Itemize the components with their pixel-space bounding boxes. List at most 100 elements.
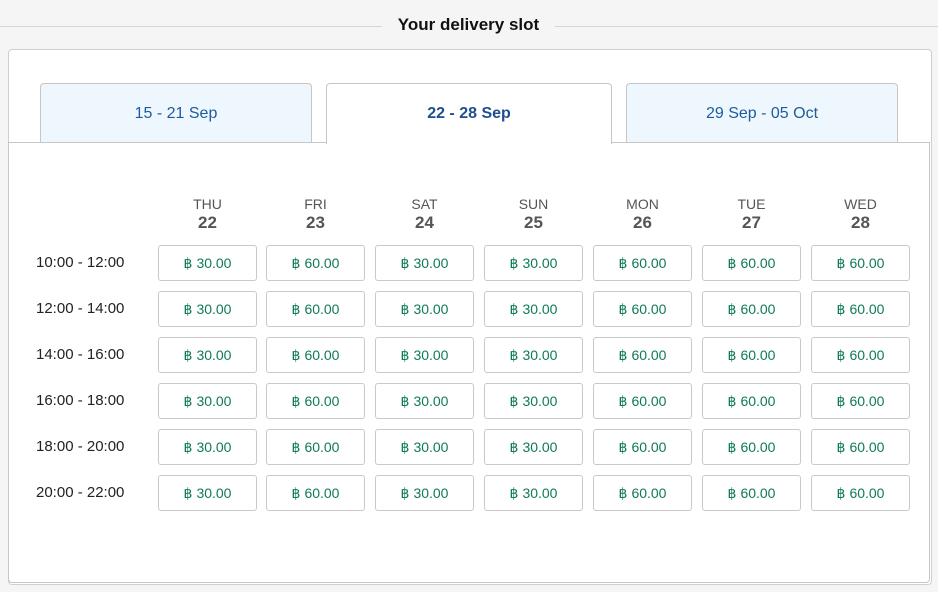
- baht-icon: ฿: [836, 254, 846, 271]
- slot-button[interactable]: ฿ 30.00: [484, 475, 583, 511]
- slot-button[interactable]: ฿ 60.00: [593, 337, 692, 373]
- slot-price: 60.00: [740, 485, 776, 501]
- slot-button[interactable]: ฿ 60.00: [811, 475, 910, 511]
- baht-icon: ฿: [400, 254, 410, 271]
- baht-icon: ฿: [618, 346, 628, 363]
- baht-icon: ฿: [183, 300, 193, 317]
- time-slot-label: 14:00 - 16:00: [36, 346, 125, 363]
- baht-icon: ฿: [291, 300, 301, 317]
- day-header: WED 28: [811, 196, 910, 234]
- slot-button[interactable]: ฿ 30.00: [158, 245, 257, 281]
- slot-button[interactable]: ฿ 60.00: [811, 337, 910, 373]
- slot-price: 60.00: [631, 301, 667, 317]
- slot-price: 60.00: [849, 347, 885, 363]
- slot-price: 30.00: [522, 301, 558, 317]
- slot-button[interactable]: ฿ 60.00: [266, 429, 365, 465]
- slot-button[interactable]: ฿ 60.00: [593, 383, 692, 419]
- slot-button[interactable]: ฿ 60.00: [702, 245, 801, 281]
- slot-button[interactable]: ฿ 60.00: [811, 245, 910, 281]
- slot-button[interactable]: ฿ 60.00: [593, 245, 692, 281]
- baht-icon: ฿: [618, 300, 628, 317]
- baht-icon: ฿: [183, 392, 193, 409]
- day-date: 27: [742, 213, 761, 232]
- slot-price: 30.00: [196, 301, 232, 317]
- time-slot-label: 18:00 - 20:00: [36, 438, 125, 455]
- slot-price: 60.00: [849, 301, 885, 317]
- slot-price: 30.00: [196, 255, 232, 271]
- baht-icon: ฿: [836, 392, 846, 409]
- slot-button[interactable]: ฿ 30.00: [375, 429, 474, 465]
- slot-button[interactable]: ฿ 30.00: [484, 291, 583, 327]
- slot-button[interactable]: ฿ 30.00: [375, 337, 474, 373]
- slot-button[interactable]: ฿ 60.00: [702, 429, 801, 465]
- baht-icon: ฿: [509, 254, 519, 271]
- slot-button[interactable]: ฿ 30.00: [158, 337, 257, 373]
- slot-price: 30.00: [196, 485, 232, 501]
- slot-button[interactable]: ฿ 60.00: [266, 291, 365, 327]
- slot-button[interactable]: ฿ 60.00: [811, 291, 910, 327]
- baht-icon: ฿: [727, 438, 737, 455]
- slot-button[interactable]: ฿ 60.00: [702, 383, 801, 419]
- baht-icon: ฿: [291, 254, 301, 271]
- tab-week-1[interactable]: 15 - 21 Sep: [40, 83, 312, 143]
- baht-icon: ฿: [291, 438, 301, 455]
- slot-price: 60.00: [849, 393, 885, 409]
- baht-icon: ฿: [291, 392, 301, 409]
- slot-price: 60.00: [304, 347, 340, 363]
- baht-icon: ฿: [183, 254, 193, 271]
- slot-button[interactable]: ฿ 30.00: [375, 383, 474, 419]
- slot-price: 30.00: [196, 393, 232, 409]
- tab-week-3[interactable]: 29 Sep - 05 Oct: [626, 83, 898, 143]
- time-slot-label: 16:00 - 18:00: [36, 392, 125, 409]
- slot-button[interactable]: ฿ 60.00: [266, 337, 365, 373]
- baht-icon: ฿: [509, 346, 519, 363]
- slot-button[interactable]: ฿ 30.00: [484, 383, 583, 419]
- slot-button[interactable]: ฿ 60.00: [702, 337, 801, 373]
- baht-icon: ฿: [509, 300, 519, 317]
- slot-button[interactable]: ฿ 60.00: [266, 245, 365, 281]
- day-name: THU: [193, 196, 222, 212]
- day-header: FRI 23: [266, 196, 365, 234]
- slot-price: 60.00: [631, 485, 667, 501]
- day-name: WED: [844, 196, 877, 212]
- day-date: 26: [633, 213, 652, 232]
- slot-button[interactable]: ฿ 30.00: [484, 337, 583, 373]
- slot-price: 60.00: [304, 393, 340, 409]
- slot-button[interactable]: ฿ 30.00: [158, 291, 257, 327]
- slot-button[interactable]: ฿ 60.00: [593, 429, 692, 465]
- baht-icon: ฿: [618, 438, 628, 455]
- slot-button[interactable]: ฿ 30.00: [375, 245, 474, 281]
- slot-price: 60.00: [304, 301, 340, 317]
- slot-button[interactable]: ฿ 30.00: [158, 383, 257, 419]
- day-header: TUE 27: [702, 196, 801, 234]
- slot-button[interactable]: ฿ 60.00: [593, 475, 692, 511]
- slot-button[interactable]: ฿ 30.00: [484, 429, 583, 465]
- baht-icon: ฿: [836, 438, 846, 455]
- baht-icon: ฿: [400, 484, 410, 501]
- baht-icon: ฿: [727, 484, 737, 501]
- slot-button[interactable]: ฿ 60.00: [266, 475, 365, 511]
- slot-button[interactable]: ฿ 60.00: [811, 383, 910, 419]
- slot-price: 60.00: [631, 347, 667, 363]
- slot-price: 60.00: [631, 393, 667, 409]
- slot-button[interactable]: ฿ 60.00: [266, 383, 365, 419]
- slot-button[interactable]: ฿ 30.00: [158, 429, 257, 465]
- tab-week-2[interactable]: 22 - 28 Sep: [326, 83, 612, 144]
- baht-icon: ฿: [291, 346, 301, 363]
- slot-button[interactable]: ฿ 60.00: [702, 291, 801, 327]
- page-title: Your delivery slot: [397, 15, 540, 34]
- baht-icon: ฿: [509, 438, 519, 455]
- slot-button[interactable]: ฿ 60.00: [593, 291, 692, 327]
- day-name: SUN: [518, 196, 549, 212]
- baht-icon: ฿: [183, 484, 193, 501]
- slot-price: 30.00: [196, 347, 232, 363]
- slot-button[interactable]: ฿ 60.00: [702, 475, 801, 511]
- slot-button[interactable]: ฿ 30.00: [375, 475, 474, 511]
- slot-button[interactable]: ฿ 60.00: [811, 429, 910, 465]
- slot-button[interactable]: ฿ 30.00: [158, 475, 257, 511]
- slot-price: 30.00: [413, 393, 449, 409]
- day-date: 22: [198, 213, 217, 232]
- slot-price: 30.00: [413, 301, 449, 317]
- slot-button[interactable]: ฿ 30.00: [484, 245, 583, 281]
- slot-button[interactable]: ฿ 30.00: [375, 291, 474, 327]
